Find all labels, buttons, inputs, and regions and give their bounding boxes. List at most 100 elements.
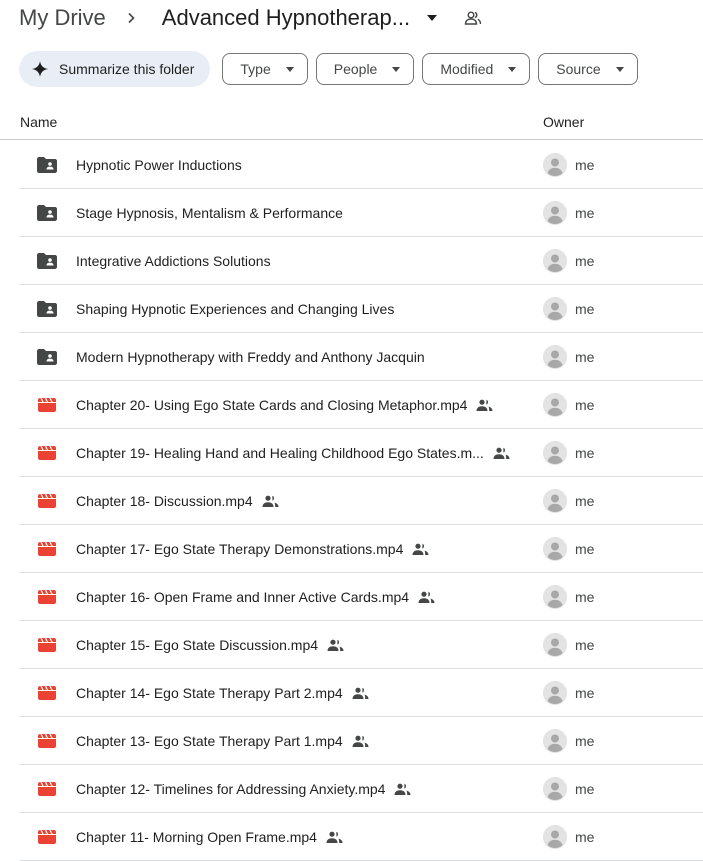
- owner-name: me: [575, 157, 595, 173]
- video-file-icon: [37, 540, 57, 558]
- caret-down-icon[interactable]: [422, 8, 442, 28]
- folder-row[interactable]: Shaping Hypnotic Experiences and Changin…: [20, 285, 703, 333]
- owner-name: me: [575, 733, 595, 749]
- owner-name: me: [575, 589, 595, 605]
- folder-row[interactable]: Stage Hypnosis, Mentalism & Performance m…: [20, 189, 703, 237]
- file-row[interactable]: Chapter 14- Ego State Therapy Part 2.mp4…: [20, 669, 703, 717]
- video-file-icon: [37, 444, 57, 462]
- file-name[interactable]: Chapter 20- Using Ego State Cards and Cl…: [76, 397, 467, 413]
- owner-name: me: [575, 541, 595, 557]
- caret-down-icon: [285, 64, 295, 74]
- file-name-wrap: Chapter 18- Discussion.mp4: [76, 490, 279, 512]
- owner-avatar: [543, 777, 567, 801]
- shared-folder-icon: [37, 204, 57, 222]
- file-name[interactable]: Shaping Hypnotic Experiences and Changin…: [76, 301, 394, 317]
- filter-label: Modified: [440, 61, 494, 77]
- owner-avatar: [543, 393, 567, 417]
- video-file-icon: [37, 492, 57, 510]
- file-name[interactable]: Chapter 17- Ego State Therapy Demonstrat…: [76, 541, 403, 557]
- caret-down-icon: [615, 64, 625, 74]
- owner-avatar: [543, 825, 567, 849]
- owner-avatar: [543, 537, 567, 561]
- shared-folder-icon: [37, 348, 57, 366]
- file-name[interactable]: Chapter 19- Healing Hand and Healing Chi…: [76, 445, 484, 461]
- owner-name: me: [575, 301, 595, 317]
- breadcrumb: My Drive Advanced Hypnotherap...: [19, 0, 484, 36]
- owner-avatar: [543, 633, 567, 657]
- owner-name: me: [575, 445, 595, 461]
- owner-avatar: [543, 201, 567, 225]
- video-file-icon: [37, 636, 57, 654]
- toolbar: Summarize this folder Type People Modifi…: [19, 51, 646, 87]
- shared-icon: [476, 398, 493, 412]
- file-row[interactable]: Chapter 19- Healing Hand and Healing Chi…: [20, 429, 703, 477]
- file-name-wrap: Modern Hypnotherapy with Freddy and Anth…: [76, 346, 425, 368]
- breadcrumb-my-drive[interactable]: My Drive: [19, 5, 106, 31]
- file-name[interactable]: Chapter 12- Timelines for Addressing Anx…: [76, 781, 385, 797]
- file-name-wrap: Hypnotic Power Inductions: [76, 154, 242, 176]
- file-name-wrap: Chapter 20- Using Ego State Cards and Cl…: [76, 394, 493, 416]
- file-name[interactable]: Chapter 18- Discussion.mp4: [76, 493, 253, 509]
- file-name-wrap: Chapter 14- Ego State Therapy Part 2.mp4: [76, 682, 369, 704]
- file-row[interactable]: Chapter 12- Timelines for Addressing Anx…: [20, 765, 703, 813]
- owner-name: me: [575, 349, 595, 365]
- sparkle-icon: [31, 60, 49, 78]
- file-name[interactable]: Chapter 15- Ego State Discussion.mp4: [76, 637, 318, 653]
- owner-avatar: [543, 489, 567, 513]
- file-list: Hypnotic Power Inductions me Stage Hypnosi…: [20, 141, 703, 861]
- owner-name: me: [575, 253, 595, 269]
- file-name-wrap: Stage Hypnosis, Mentalism & Performance: [76, 202, 343, 224]
- file-row[interactable]: Chapter 17- Ego State Therapy Demonstrat…: [20, 525, 703, 573]
- shared-icon: [352, 686, 369, 700]
- summarize-folder-button[interactable]: Summarize this folder: [19, 51, 211, 87]
- file-row[interactable]: Chapter 13- Ego State Therapy Part 1.mp4…: [20, 717, 703, 765]
- filter-type-chip[interactable]: Type: [222, 53, 308, 85]
- owner-name: me: [575, 781, 595, 797]
- filter-source-chip[interactable]: Source: [538, 53, 638, 85]
- file-name[interactable]: Integrative Addictions Solutions: [76, 253, 271, 269]
- file-row[interactable]: Chapter 16- Open Frame and Inner Active …: [20, 573, 703, 621]
- file-row[interactable]: Chapter 11- Morning Open Frame.mp4 me: [20, 813, 703, 861]
- folder-row[interactable]: Modern Hypnotherapy with Freddy and Anth…: [20, 333, 703, 381]
- file-name-wrap: Integrative Addictions Solutions: [76, 250, 271, 272]
- page-title[interactable]: Advanced Hypnotherap...: [162, 5, 410, 31]
- file-name-wrap: Chapter 16- Open Frame and Inner Active …: [76, 586, 435, 608]
- owner-avatar: [543, 345, 567, 369]
- video-file-icon: [37, 588, 57, 606]
- file-name[interactable]: Chapter 16- Open Frame and Inner Active …: [76, 589, 409, 605]
- file-name[interactable]: Chapter 11- Morning Open Frame.mp4: [76, 829, 317, 845]
- file-name[interactable]: Modern Hypnotherapy with Freddy and Anth…: [76, 349, 425, 365]
- filter-modified-chip[interactable]: Modified: [422, 53, 531, 85]
- file-name[interactable]: Hypnotic Power Inductions: [76, 157, 242, 173]
- caret-down-icon: [391, 64, 401, 74]
- owner-avatar: [543, 153, 567, 177]
- shared-icon: [418, 590, 435, 604]
- column-name-header[interactable]: Name: [20, 114, 57, 130]
- column-owner-header[interactable]: Owner: [543, 114, 584, 130]
- file-name[interactable]: Chapter 14- Ego State Therapy Part 2.mp4: [76, 685, 343, 701]
- shared-folder-icon[interactable]: [462, 7, 484, 29]
- filter-people-chip[interactable]: People: [315, 53, 415, 85]
- shared-icon: [352, 734, 369, 748]
- owner-name: me: [575, 205, 595, 221]
- file-name[interactable]: Stage Hypnosis, Mentalism & Performance: [76, 205, 343, 221]
- file-row[interactable]: Chapter 15- Ego State Discussion.mp4 me: [20, 621, 703, 669]
- file-name[interactable]: Chapter 13- Ego State Therapy Part 1.mp4: [76, 733, 343, 749]
- file-row[interactable]: Chapter 18- Discussion.mp4 me: [20, 477, 703, 525]
- column-header: Name Owner: [0, 108, 703, 140]
- owner-name: me: [575, 637, 595, 653]
- video-file-icon: [37, 828, 57, 846]
- folder-row[interactable]: Hypnotic Power Inductions me: [20, 141, 703, 189]
- shared-icon: [327, 638, 344, 652]
- folder-row[interactable]: Integrative Addictions Solutions me: [20, 237, 703, 285]
- file-name-wrap: Chapter 15- Ego State Discussion.mp4: [76, 634, 344, 656]
- file-name-wrap: Chapter 17- Ego State Therapy Demonstrat…: [76, 538, 429, 560]
- file-row[interactable]: Chapter 20- Using Ego State Cards and Cl…: [20, 381, 703, 429]
- owner-name: me: [575, 829, 595, 845]
- video-file-icon: [37, 684, 57, 702]
- shared-icon: [412, 542, 429, 556]
- owner-name: me: [575, 685, 595, 701]
- owner-avatar: [543, 585, 567, 609]
- shared-icon: [326, 830, 343, 844]
- filter-label: Source: [556, 61, 601, 77]
